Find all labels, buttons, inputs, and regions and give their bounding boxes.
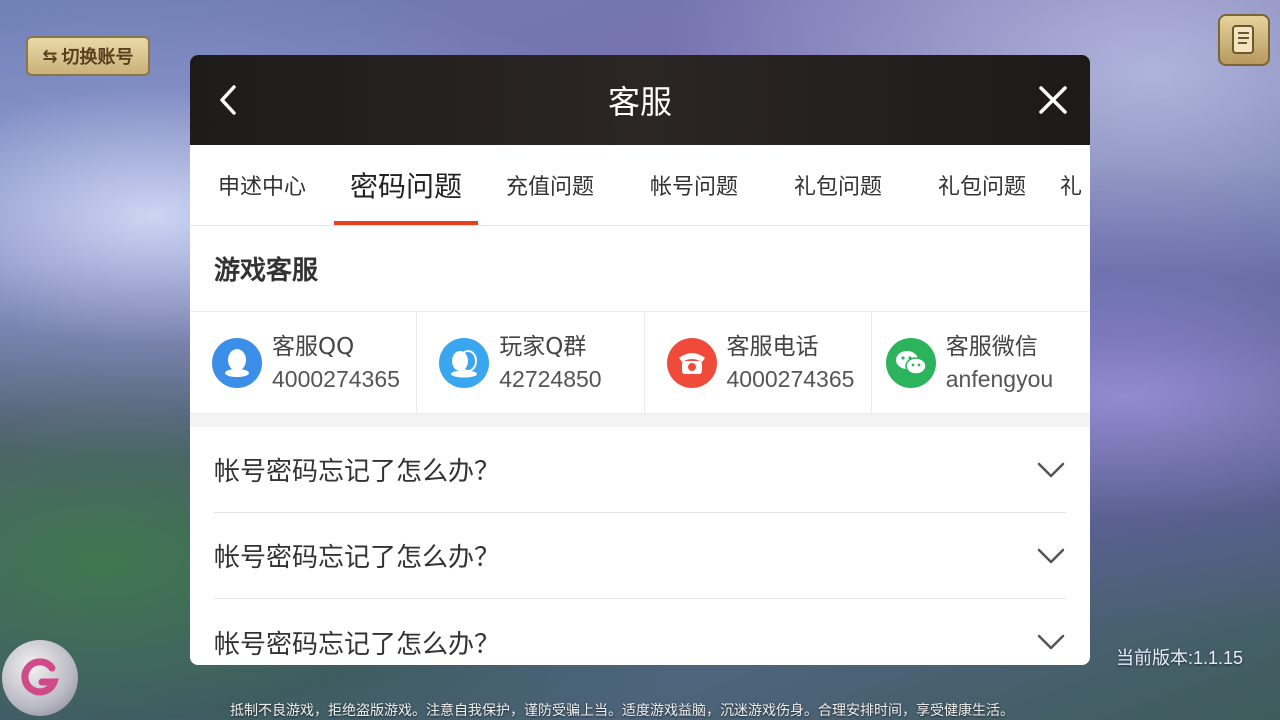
- faq-item[interactable]: 帐号密码忘记了怎么办？: [214, 427, 1066, 513]
- close-button[interactable]: [1032, 79, 1074, 121]
- tab-gift-2[interactable]: 礼包问题: [910, 145, 1054, 225]
- switch-account-label: 切换账号: [61, 47, 134, 68]
- tab-password[interactable]: 密码问题: [334, 145, 478, 225]
- tab-account[interactable]: 帐号问题: [622, 145, 766, 225]
- section-divider: [190, 414, 1090, 427]
- contact-phone[interactable]: 客服电话 4000274365: [645, 312, 872, 413]
- contact-qq[interactable]: 客服QQ 4000274365: [190, 312, 418, 413]
- wechat-icon: [885, 337, 936, 388]
- contact-wechat[interactable]: 客服微信 anfengyou: [872, 312, 1090, 413]
- chevron-down-icon: [1036, 546, 1066, 566]
- g-logo-icon: [21, 658, 60, 696]
- dialog-header: 客服: [190, 55, 1090, 145]
- faq-question: 帐号密码忘记了怎么办？: [214, 457, 501, 487]
- faq-question: 帐号密码忘记了怎么办？: [214, 543, 501, 573]
- swap-arrows-icon: ⇆: [42, 45, 58, 67]
- switch-account-button[interactable]: ⇆ 切换账号: [26, 36, 150, 76]
- close-icon: [1039, 86, 1067, 114]
- phone-icon: [666, 337, 717, 388]
- faq-item[interactable]: 帐号密码忘记了怎么办？: [214, 599, 1066, 665]
- tab-label: 充值问题: [505, 175, 594, 200]
- tab-label: 申述中心: [217, 175, 306, 200]
- contact-value: anfengyou: [945, 365, 1054, 392]
- floating-g-button[interactable]: [2, 640, 78, 716]
- tab-gift-3[interactable]: 礼: [1054, 145, 1090, 225]
- scroll-icon: [1232, 25, 1254, 54]
- chevron-down-icon: [1036, 460, 1066, 480]
- tab-label: 帐号问题: [649, 175, 738, 200]
- tab-recharge[interactable]: 充值问题: [478, 145, 622, 225]
- contact-value: 4000274365: [726, 365, 855, 392]
- contact-list: 客服QQ 4000274365 玩家Q群 42724850 客服电话 40002…: [190, 312, 1090, 414]
- tab-label: 密码问题: [349, 170, 462, 203]
- contact-value: 42724850: [499, 365, 602, 392]
- tab-label: 礼包问题: [937, 175, 1026, 200]
- dialog-title: 客服: [607, 83, 672, 121]
- customer-service-dialog: 客服 申述中心 密码问题 充值问题 帐号问题 礼包问题 礼包问题 礼 游戏客服: [190, 55, 1090, 665]
- category-tabs: 申述中心 密码问题 充值问题 帐号问题 礼包问题 礼包问题 礼: [190, 145, 1090, 226]
- contact-name: 客服QQ: [272, 333, 355, 360]
- section-title: 游戏客服: [190, 226, 1090, 312]
- contact-name: 玩家Q群: [499, 333, 587, 360]
- tab-gift[interactable]: 礼包问题: [766, 145, 910, 225]
- health-notice: 抵制不良游戏，拒绝盗版游戏。注意自我保护，谨防受骗上当。适度游戏益脑，沉迷游戏伤…: [230, 703, 1014, 719]
- faq-list: 帐号密码忘记了怎么办？ 帐号密码忘记了怎么办？ 帐号密码忘记了怎么办？: [190, 427, 1090, 665]
- tab-appeal-center[interactable]: 申述中心: [190, 145, 334, 225]
- qq-group-icon: [439, 337, 490, 388]
- tab-label: 礼: [1060, 175, 1083, 200]
- contact-value: 4000274365: [272, 365, 400, 392]
- chevron-down-icon: [1036, 632, 1066, 652]
- contact-name: 客服电话: [726, 333, 819, 360]
- tab-label: 礼包问题: [793, 175, 882, 200]
- faq-question: 帐号密码忘记了怎么办？: [214, 629, 501, 660]
- back-button[interactable]: [208, 80, 248, 120]
- notice-scroll-button[interactable]: [1218, 14, 1270, 66]
- chevron-left-icon: [220, 85, 236, 115]
- qq-icon: [212, 337, 262, 388]
- version-label: 当前版本:1.1.15: [1116, 648, 1244, 668]
- faq-item[interactable]: 帐号密码忘记了怎么办？: [214, 513, 1066, 599]
- contact-qq-group[interactable]: 玩家Q群 42724850: [417, 312, 645, 413]
- contact-name: 客服微信: [945, 333, 1038, 360]
